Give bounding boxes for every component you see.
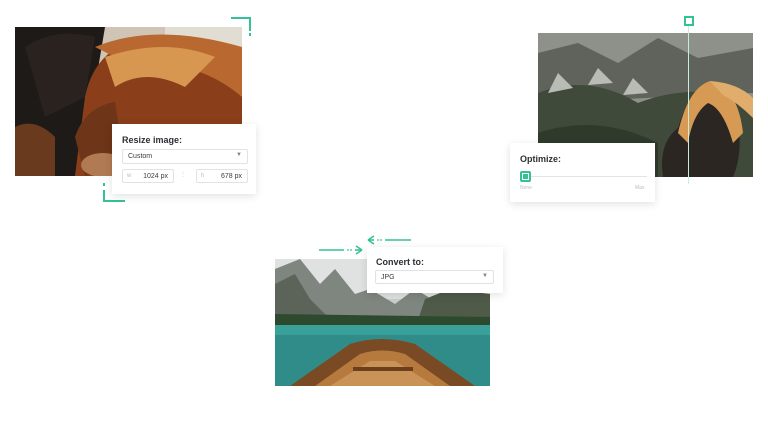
optimize-slider-track[interactable]: [522, 176, 647, 177]
convert-panel: Convert to: JPG ▼: [367, 247, 503, 293]
arrow-right-icon: [318, 242, 364, 255]
compare-divider[interactable]: [688, 26, 689, 184]
resize-title: Resize image:: [122, 135, 183, 145]
slider-min-label: None: [520, 185, 532, 191]
chevron-down-icon: ▼: [482, 273, 488, 279]
chevron-down-icon: ▼: [236, 152, 242, 158]
corner-bracket-bottom: [103, 200, 125, 202]
corner-bracket-dot: [103, 183, 105, 186]
compare-handle[interactable]: [684, 16, 694, 26]
corner-bracket-top: [249, 17, 251, 31]
resize-preset-value: Custom: [128, 153, 153, 160]
height-value: 678 px: [220, 173, 242, 180]
optimize-slider-knob[interactable]: [520, 171, 531, 182]
link-icon[interactable]: ⫶: [182, 170, 184, 180]
corner-bracket-top: [231, 17, 251, 19]
width-value: 1024 px: [143, 173, 168, 180]
convert-format-select[interactable]: JPG ▼: [375, 270, 494, 284]
optimize-title: Optimize:: [520, 154, 562, 164]
resize-preset-select[interactable]: Custom ▼: [122, 149, 248, 164]
slider-max-label: Max: [635, 185, 645, 191]
convert-title: Convert to:: [376, 257, 424, 267]
height-field[interactable]: h 678 px: [196, 169, 248, 183]
width-label: w: [127, 173, 132, 179]
arrow-left-icon: [366, 232, 412, 245]
convert-format-value: JPG: [381, 274, 395, 281]
corner-bracket-dot: [249, 33, 251, 36]
height-label: h: [201, 173, 205, 179]
resize-panel: Resize image: Custom ▼ w 1024 px ⫶ h 678…: [112, 124, 256, 194]
width-field[interactable]: w 1024 px: [122, 169, 174, 183]
optimize-panel: Optimize: None Max: [510, 143, 655, 202]
